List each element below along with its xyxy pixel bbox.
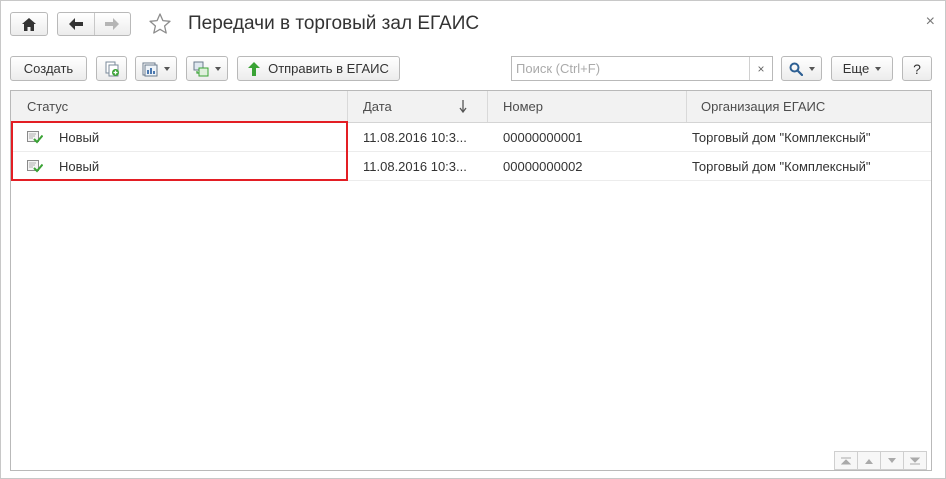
organization-cell: Торговый дом "Комплексный" <box>692 158 871 174</box>
table-row[interactable]: Новый 11.08.2016 10:3... 00000000001 Тор… <box>11 123 931 152</box>
column-header-organization[interactable]: Организация ЕГАИС <box>687 91 931 122</box>
related-docs-icon <box>193 61 209 76</box>
table-row[interactable]: Новый 11.08.2016 10:3... 00000000002 Тор… <box>11 152 931 181</box>
send-to-egais-button[interactable]: Отправить в ЕГАИС <box>237 56 400 81</box>
scroll-up-button[interactable] <box>857 451 881 470</box>
chevron-down-icon <box>808 66 815 71</box>
copy-button[interactable] <box>96 56 127 81</box>
create-button[interactable]: Создать <box>10 56 87 81</box>
number-cell: 00000000002 <box>503 158 583 174</box>
search-field: × <box>511 56 773 81</box>
chevron-up-icon <box>865 458 873 464</box>
title-bar: Передачи в торговый зал ЕГАИС × <box>1 1 945 49</box>
table-header: Статус Дата Номер Организация ЕГАИС <box>11 91 931 123</box>
scroll-to-bottom-button[interactable] <box>903 451 927 470</box>
double-up-icon <box>841 457 851 464</box>
status-cell: Новый <box>27 152 347 180</box>
sort-arrow-down-icon <box>459 100 467 113</box>
favorite-button[interactable] <box>148 12 172 36</box>
status-text: Новый <box>59 158 100 174</box>
column-header-date-label: Дата <box>363 99 392 114</box>
chevron-down-icon <box>875 66 882 71</box>
copy-add-icon <box>105 61 119 76</box>
double-down-icon <box>910 457 920 464</box>
search-button[interactable] <box>781 56 822 81</box>
close-icon[interactable]: × <box>926 13 935 31</box>
close-icon: × <box>757 61 765 76</box>
scroll-to-top-button[interactable] <box>834 451 858 470</box>
search-input[interactable] <box>512 57 750 80</box>
more-label: Еще <box>842 61 870 76</box>
back-forward-group <box>57 12 131 36</box>
report-icon <box>142 62 158 76</box>
scroll-down-button[interactable] <box>880 451 904 470</box>
page-title: Передачи в торговый зал ЕГАИС <box>188 13 480 34</box>
date-cell: 11.08.2016 10:3... <box>363 158 467 174</box>
forward-button[interactable] <box>93 13 130 35</box>
send-to-egais-label: Отправить в ЕГАИС <box>268 61 389 76</box>
search-icon <box>789 62 803 76</box>
organization-cell: Торговый дом "Комплексный" <box>692 129 871 145</box>
report-menu-button[interactable] <box>135 56 177 81</box>
column-header-number[interactable]: Номер <box>488 91 687 122</box>
arrow-right-icon <box>105 18 120 30</box>
window: Передачи в торговый зал ЕГАИС × Создать <box>0 0 946 479</box>
chevron-down-icon <box>215 66 221 71</box>
status-text: Новый <box>59 129 100 145</box>
document-check-icon <box>27 160 43 173</box>
help-button[interactable]: ? <box>902 56 932 81</box>
number-cell: 00000000001 <box>503 129 583 145</box>
back-button[interactable] <box>58 13 94 35</box>
chevron-down-icon <box>164 66 170 71</box>
document-check-icon <box>27 131 43 144</box>
column-header-date[interactable]: Дата <box>348 91 488 122</box>
scroll-navigation <box>834 451 927 470</box>
home-icon <box>22 17 36 31</box>
related-docs-button[interactable] <box>186 56 228 81</box>
column-header-status[interactable]: Статус <box>11 91 348 122</box>
home-button[interactable] <box>10 12 48 36</box>
status-cell: Новый <box>27 123 347 151</box>
clear-search-button[interactable]: × <box>749 57 772 80</box>
documents-table: Статус Дата Номер Организация ЕГАИС Новы… <box>10 90 932 471</box>
more-button[interactable]: Еще <box>831 56 893 81</box>
date-cell: 11.08.2016 10:3... <box>363 129 467 145</box>
arrow-left-icon <box>68 18 83 30</box>
chevron-down-icon <box>888 457 896 463</box>
star-icon <box>149 13 171 34</box>
arrow-up-icon <box>248 61 261 76</box>
